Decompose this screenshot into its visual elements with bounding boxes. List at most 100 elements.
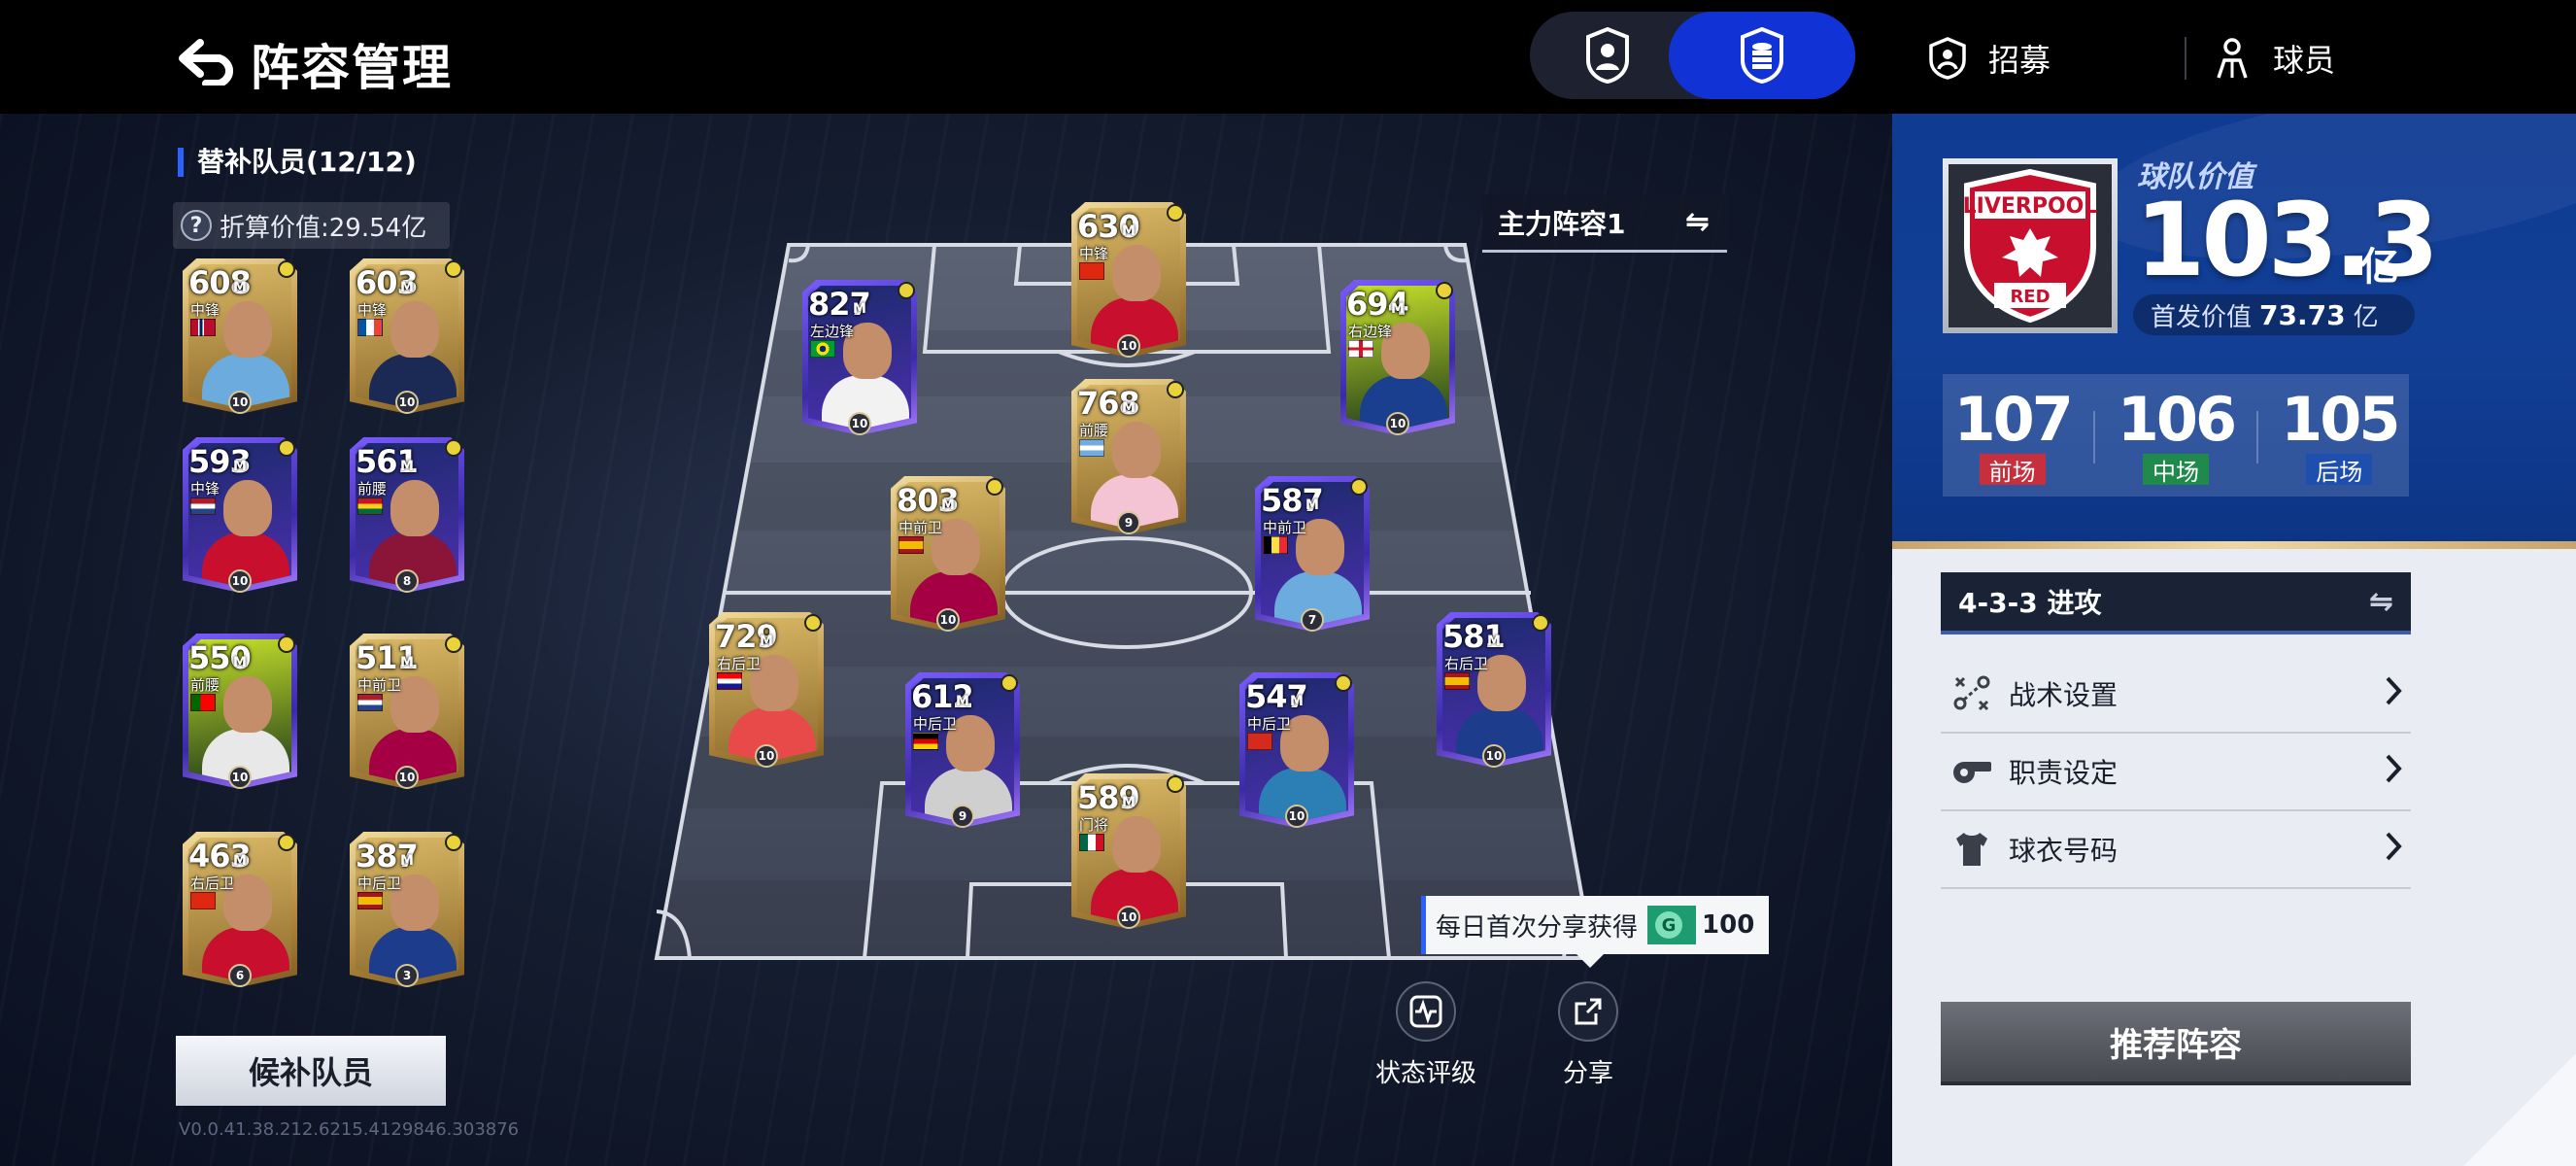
- nation-flag-icon: [1263, 536, 1288, 554]
- team-badge-icon: [898, 282, 915, 299]
- decorative-stripe: [2450, 1011, 2576, 1166]
- nation-flag-icon: [1444, 672, 1470, 690]
- rating-value: 106: [2117, 384, 2237, 455]
- nation-flag-icon: [1247, 733, 1272, 750]
- club-sub-text: RED: [2010, 287, 2050, 307]
- team-badge-icon: [1335, 674, 1352, 692]
- rating-unit: M: [853, 301, 866, 317]
- lineup-player-card-rw[interactable]: 694 M 右边锋 10: [1340, 280, 1455, 435]
- player-position: 中后卫: [913, 715, 958, 733]
- menu-label: 职责设定: [2009, 757, 2118, 789]
- nation-flag-icon: [810, 340, 835, 358]
- rating-label: 后场: [2306, 454, 2373, 486]
- starter-unit: 亿: [2353, 302, 2379, 332]
- player-level: 10: [1117, 334, 1140, 358]
- liverbird-crest-icon: LIVERPOOL RED: [1963, 168, 2097, 324]
- lineup-player-card-lw[interactable]: 827 M 左边锋 10: [802, 280, 917, 435]
- rating-label: 前场: [1979, 454, 2046, 486]
- formation-label: 4-3-3 进攻: [1958, 587, 2102, 619]
- recruit-button[interactable]: 招募: [1928, 29, 2051, 87]
- chevron-right-icon: [2384, 831, 2403, 869]
- swap-icon: ⇋: [1684, 205, 1710, 239]
- share-button[interactable]: 分享: [1558, 981, 1618, 1089]
- player-position: 右后卫: [717, 655, 762, 672]
- game-screen: { "header": {"title": "阵容管理", "recruit_l…: [0, 0, 2576, 1166]
- players-label: 球员: [2273, 42, 2336, 79]
- nav-divider: [2185, 37, 2186, 80]
- lineup-player-card-lb[interactable]: 581 M 右后卫 10: [1437, 612, 1551, 768]
- player-level: 10: [848, 412, 871, 435]
- nation-flag-icon: [1079, 439, 1104, 457]
- rating-divider: [2256, 411, 2259, 463]
- player-level: 9: [1117, 511, 1140, 534]
- team-badge-icon: [1532, 614, 1549, 632]
- share-tip-text: 每日首次分享获得: [1436, 912, 1639, 943]
- player-position: 中前卫: [898, 519, 943, 536]
- rating-midfield: 106 中场: [2117, 384, 2237, 486]
- lineup-selector[interactable]: 主力阵容1 ⇋: [1482, 194, 1727, 253]
- lineup-player-card-st[interactable]: 630 M 中锋 10: [1071, 202, 1186, 358]
- player-level: 10: [755, 744, 778, 768]
- player-position: 右后卫: [1444, 655, 1489, 672]
- nation-flag-icon: [1348, 340, 1373, 358]
- lineup-player-card-gk[interactable]: 589 M 门将 10: [1071, 773, 1186, 929]
- status-rating-label: 状态评级: [1375, 1059, 1477, 1088]
- team-badge-icon: [1436, 282, 1453, 299]
- rating-unit: M: [760, 634, 773, 649]
- lineup-player-card-rcb[interactable]: 547 M 中后卫 10: [1239, 672, 1354, 828]
- player-level: 10: [1285, 805, 1308, 828]
- team-badge-icon: [1167, 204, 1184, 222]
- menu-tactics-settings[interactable]: 战术设置: [1941, 656, 2411, 734]
- menu-label: 球衣号码: [2009, 835, 2118, 867]
- recommend-lineup-button[interactable]: 推荐阵容: [1941, 1002, 2411, 1081]
- formation-selector[interactable]: 4-3-3 进攻 ⇋: [1941, 572, 2411, 634]
- rating-unit: M: [956, 694, 969, 709]
- team-badge-icon: [804, 614, 822, 632]
- menu-role-settings[interactable]: 职责设定: [1941, 734, 2411, 811]
- player-position: 中锋: [1079, 245, 1109, 262]
- team-badge-icon: [1000, 674, 1018, 692]
- rating-value: 105: [2281, 384, 2400, 455]
- rating-unit: M: [1122, 400, 1135, 416]
- menu-jersey-numbers[interactable]: 球衣号码: [1941, 811, 2411, 889]
- player-position: 门将: [1079, 816, 1109, 834]
- lineup-player-card-cam[interactable]: 768 M 前腰 9: [1071, 379, 1186, 534]
- player-portrait: [1112, 245, 1161, 301]
- player-level: 7: [1301, 608, 1324, 632]
- recruit-icon: [1929, 37, 1966, 80]
- rating-divider: [2092, 411, 2095, 463]
- lineup-player-card-rcm[interactable]: 587 M 中前卫 7: [1255, 476, 1370, 632]
- player-level: 10: [1482, 744, 1506, 768]
- team-badge-icon: [1167, 775, 1184, 793]
- share-icon: [1558, 981, 1618, 1042]
- rating-unit: M: [1391, 301, 1405, 317]
- lineup-player-card-lcm[interactable]: 803 M 中前卫 10: [891, 476, 1005, 632]
- rating-unit: M: [1487, 634, 1501, 649]
- player-position: 前腰: [1079, 422, 1109, 439]
- rating-unit: M: [1122, 223, 1135, 239]
- chevron-right-icon: [2384, 675, 2403, 713]
- rating-value: 107: [1953, 384, 2073, 455]
- player-position: 右边锋: [1348, 323, 1393, 340]
- team-panel: LIVERPOOL RED 球队价值 103.3 亿 首发价值 73.73 亿 …: [1892, 114, 2576, 1166]
- player-portrait: [1112, 816, 1161, 873]
- lineup-player-card-lcb[interactable]: 612 M 中后卫 9: [905, 672, 1020, 828]
- player-level: 9: [951, 805, 974, 828]
- players-button[interactable]: 球员: [2213, 29, 2335, 87]
- nation-flag-icon: [898, 536, 924, 554]
- rating-unit: M: [1305, 497, 1319, 513]
- jersey-icon: [1949, 831, 1995, 868]
- line-ratings: 107 前场 106 中场 105 后场: [1943, 374, 2409, 497]
- lineup-player-card-rb[interactable]: 729 M 右后卫 10: [709, 612, 824, 768]
- g-coin-icon: G: [1655, 911, 1683, 939]
- nation-flag-icon: [717, 672, 742, 690]
- player-position: 左边锋: [810, 323, 855, 340]
- status-rating-button[interactable]: 状态评级: [1375, 981, 1476, 1089]
- team-badge-icon: [1350, 478, 1368, 496]
- rating-unit: M: [1290, 694, 1304, 709]
- menu-label: 战术设置: [2009, 679, 2118, 711]
- player-level: 10: [1117, 906, 1140, 929]
- player-level: 10: [1386, 412, 1409, 435]
- team-badge-icon: [986, 478, 1003, 496]
- starter-number: 73.73: [2259, 298, 2346, 331]
